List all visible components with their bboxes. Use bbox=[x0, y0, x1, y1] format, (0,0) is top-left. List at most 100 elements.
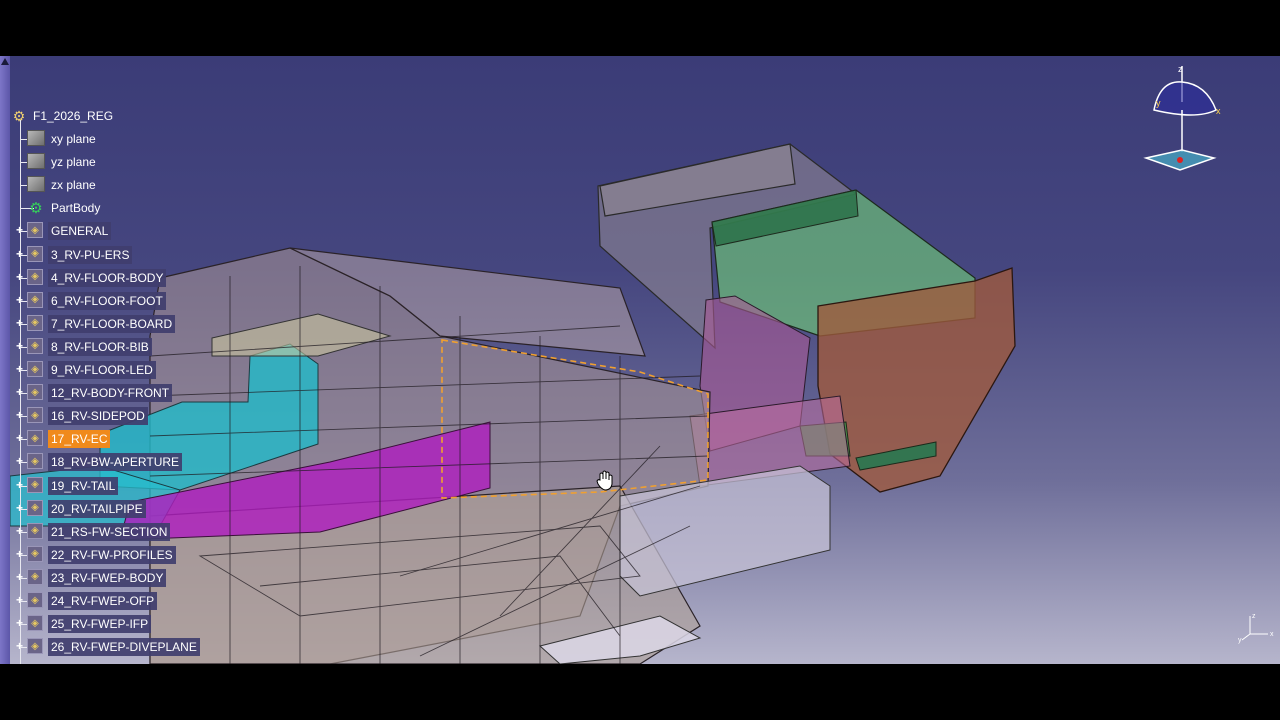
expand-plus-icon[interactable]: + bbox=[14, 224, 25, 236]
tree-node-label: xy plane bbox=[51, 132, 96, 146]
expand-plus-icon[interactable]: + bbox=[14, 294, 25, 306]
tree-node[interactable]: + ◈ 12_RV-BODY-FRONT bbox=[10, 383, 310, 403]
tree-node[interactable]: + ◈ 26_RV-FWEP-DIVEPLANE bbox=[10, 637, 310, 657]
expand-plus-icon[interactable]: + bbox=[14, 340, 25, 352]
tree-node-label: 8_RV-FLOOR-BIB bbox=[48, 337, 152, 356]
geometrical-set-icon: ◈ bbox=[27, 522, 43, 539]
tree-node[interactable]: + ◈ 22_RV-FW-PROFILES bbox=[10, 545, 310, 565]
tree-node-label: PartBody bbox=[51, 201, 101, 216]
geometrical-set-icon: ◈ bbox=[27, 476, 43, 493]
axis-triad-icon: z x y bbox=[1238, 613, 1274, 644]
tree-node[interactable]: + ◈ GENERAL bbox=[10, 221, 310, 241]
expand-plus-icon[interactable]: + bbox=[14, 317, 25, 329]
tree-node-label: 4_RV-FLOOR-BODY bbox=[48, 268, 167, 287]
geometrical-set-icon: ◈ bbox=[27, 361, 43, 377]
letterbox-top bbox=[0, 0, 1280, 56]
geometrical-set-icon: ◈ bbox=[27, 314, 43, 331]
tree-node[interactable]: yz plane bbox=[10, 152, 310, 172]
tree-node-label: 9_RV-FLOOR-LED bbox=[48, 361, 156, 379]
expand-plus-icon[interactable]: + bbox=[14, 548, 25, 560]
geometrical-set-icon: ◈ bbox=[27, 568, 43, 585]
expand-plus-icon[interactable]: + bbox=[14, 479, 25, 491]
geometrical-set-icon: ◈ bbox=[27, 291, 43, 308]
tree-node[interactable]: xy plane bbox=[10, 129, 310, 149]
geometrical-set-icon: ◈ bbox=[27, 407, 43, 424]
svg-text:x: x bbox=[1270, 631, 1274, 638]
geometrical-set-icon: ◈ bbox=[27, 638, 43, 655]
svg-text:y: y bbox=[1238, 637, 1242, 644]
left-scrollbar[interactable] bbox=[0, 56, 10, 664]
tree-node-label: 3_RV-PU-ERS bbox=[48, 245, 133, 264]
tree-node-label: 16_RV-SIDEPOD bbox=[48, 407, 148, 426]
geometrical-set-icon: ◈ bbox=[27, 268, 43, 285]
expand-plus-icon[interactable]: + bbox=[14, 525, 25, 537]
tree-node-label: yz plane bbox=[51, 155, 96, 170]
tree-node-label: 21_RS-FW-SECTION bbox=[48, 522, 171, 541]
tree-node[interactable]: + ◈ 21_RS-FW-SECTION bbox=[10, 522, 310, 542]
tree-node[interactable]: + ◈ 24_RV-FWEP-OFP bbox=[10, 591, 310, 611]
expand-plus-icon[interactable]: + bbox=[14, 455, 25, 467]
geometrical-set-icon: ◈ bbox=[27, 430, 43, 447]
tree-node[interactable]: + ◈ 18_RV-BW-APERTURE bbox=[10, 452, 310, 472]
tree-node[interactable]: ⚙ PartBody bbox=[10, 198, 310, 218]
expand-plus-icon[interactable]: + bbox=[14, 617, 25, 629]
letterbox-bottom bbox=[0, 664, 1280, 720]
tree-node[interactable]: + ◈ 16_RV-SIDEPOD bbox=[10, 406, 310, 426]
geometrical-set-icon: ◈ bbox=[27, 453, 43, 470]
expand-plus-icon[interactable]: + bbox=[14, 502, 25, 514]
partbody-gear-icon: ⚙ bbox=[29, 200, 43, 218]
geometrical-set-icon: ◈ bbox=[27, 499, 43, 516]
tree-node-label: 18_RV-BW-APERTURE bbox=[48, 453, 183, 472]
tree-node[interactable]: + ◈ 19_RV-TAIL bbox=[10, 476, 310, 496]
hand-cursor-icon bbox=[596, 470, 613, 491]
tree-node-label: 22_RV-FW-PROFILES bbox=[48, 545, 176, 564]
expand-plus-icon[interactable]: + bbox=[14, 409, 25, 421]
tree-node-label: 25_RV-FWEP-IFP bbox=[48, 615, 152, 634]
geometrical-set-icon: ◈ bbox=[27, 245, 43, 262]
tree-node-label: 24_RV-FWEP-OFP bbox=[48, 592, 158, 610]
expand-plus-icon[interactable]: + bbox=[14, 363, 25, 375]
plane-icon bbox=[27, 130, 45, 146]
expand-plus-icon[interactable]: + bbox=[14, 432, 25, 444]
3d-viewport[interactable]: ⚙ F1_2026_REG xy plane yz plane zx plane ⚙ P… bbox=[0, 56, 1280, 664]
compass-icon[interactable]: z y x bbox=[1140, 62, 1230, 182]
expand-plus-icon[interactable]: + bbox=[14, 571, 25, 583]
scroll-up-arrow-icon[interactable] bbox=[1, 58, 9, 65]
tree-node[interactable]: + ◈ 25_RV-FWEP-IFP bbox=[10, 614, 310, 634]
tree-root-label: F1_2026_REG bbox=[33, 109, 114, 123]
tree-node[interactable]: + ◈ 20_RV-TAILPIPE bbox=[10, 499, 310, 519]
expand-plus-icon[interactable]: + bbox=[14, 594, 25, 606]
tree-node-label: 12_RV-BODY-FRONT bbox=[48, 384, 173, 403]
tree-node-label: 17_RV-EC bbox=[48, 430, 111, 449]
tree-node[interactable]: + ◈ 4_RV-FLOOR-BODY bbox=[10, 268, 310, 288]
tree-node-label: 20_RV-TAILPIPE bbox=[48, 499, 146, 518]
tree-node-label: 6_RV-FLOOR-FOOT bbox=[48, 291, 166, 310]
expand-plus-icon[interactable]: + bbox=[14, 248, 25, 260]
geometrical-set-icon: ◈ bbox=[27, 384, 43, 401]
geometrical-set-icon: ◈ bbox=[27, 592, 43, 608]
svg-text:z: z bbox=[1252, 613, 1256, 620]
specification-tree[interactable]: ⚙ F1_2026_REG xy plane yz plane zx plane ⚙ P… bbox=[10, 106, 310, 664]
tree-node[interactable]: + ◈ 9_RV-FLOOR-LED bbox=[10, 360, 310, 380]
tree-node[interactable]: + ◈ 17_RV-EC bbox=[10, 429, 310, 449]
tree-node[interactable]: + ◈ 8_RV-FLOOR-BIB bbox=[10, 337, 310, 357]
tree-node-label: 23_RV-FWEP-BODY bbox=[48, 568, 167, 587]
geometrical-set-icon: ◈ bbox=[27, 615, 43, 632]
tree-node[interactable]: + ◈ 23_RV-FWEP-BODY bbox=[10, 568, 310, 588]
tree-node[interactable]: + ◈ 3_RV-PU-ERS bbox=[10, 245, 310, 265]
part-gear-icon: ⚙ bbox=[12, 107, 26, 124]
tree-node-label: 19_RV-TAIL bbox=[48, 476, 119, 495]
plane-icon bbox=[27, 153, 45, 170]
tree-node-label: 7_RV-FLOOR-BOARD bbox=[48, 314, 176, 333]
compass-z-label: z bbox=[1178, 64, 1183, 74]
tree-node[interactable]: zx plane bbox=[10, 175, 310, 195]
geometrical-set-icon: ◈ bbox=[27, 337, 43, 354]
compass-y-label: y bbox=[1156, 98, 1161, 108]
expand-plus-icon[interactable]: + bbox=[14, 640, 25, 652]
plane-icon bbox=[27, 176, 45, 193]
tree-node[interactable]: + ◈ 7_RV-FLOOR-BOARD bbox=[10, 314, 310, 334]
tree-node[interactable]: + ◈ 6_RV-FLOOR-FOOT bbox=[10, 291, 310, 311]
tree-node-label: 26_RV-FWEP-DIVEPLANE bbox=[48, 638, 200, 657]
expand-plus-icon[interactable]: + bbox=[14, 386, 25, 398]
expand-plus-icon[interactable]: + bbox=[14, 271, 25, 283]
